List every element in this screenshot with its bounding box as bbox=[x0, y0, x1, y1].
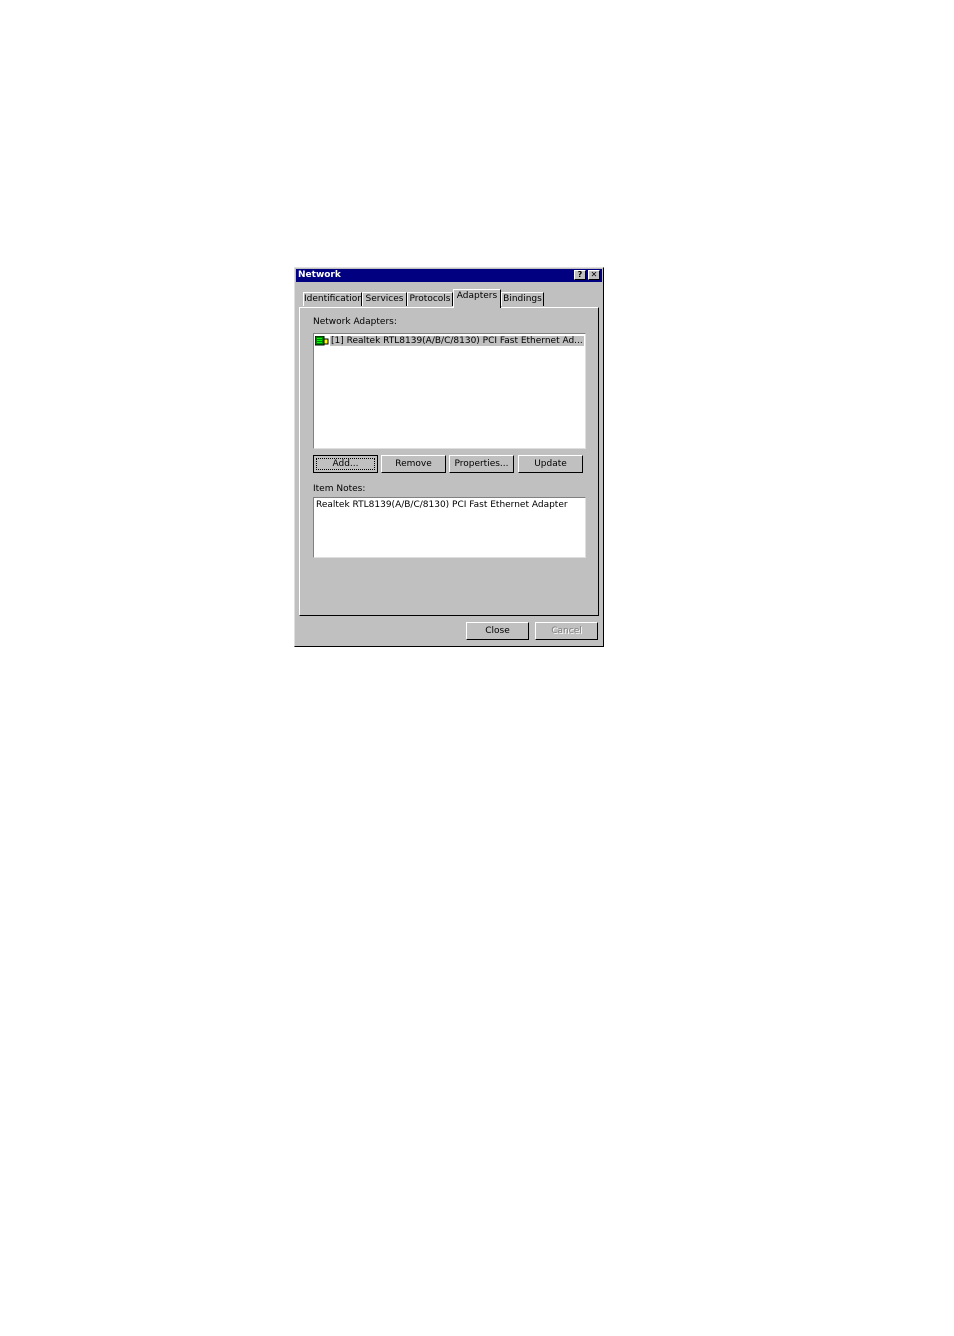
network-adapter-icon bbox=[314, 335, 329, 352]
tab-adapters[interactable]: Adapters bbox=[453, 289, 501, 308]
cancel-button[interactable]: Cancel bbox=[535, 622, 598, 640]
close-window-button[interactable]: ✕ bbox=[588, 270, 600, 280]
tab-services[interactable]: Services bbox=[362, 292, 407, 306]
remove-button[interactable]: Remove bbox=[381, 455, 446, 473]
help-button[interactable]: ? bbox=[574, 270, 586, 280]
help-icon: ? bbox=[577, 270, 583, 279]
network-dialog: Network ? ✕ Identification Services Prot… bbox=[294, 267, 604, 647]
close-button[interactable]: Close bbox=[466, 622, 529, 640]
add-button[interactable]: Add... bbox=[313, 455, 378, 473]
window-title: Network bbox=[298, 270, 341, 280]
update-button[interactable]: Update bbox=[518, 455, 583, 473]
tab-identification[interactable]: Identification bbox=[303, 292, 363, 306]
adapter-item-label: [1] Realtek RTL8139(A/B/C/8130) PCI Fast… bbox=[330, 336, 584, 346]
item-notes-text: Realtek RTL8139(A/B/C/8130) PCI Fast Eth… bbox=[316, 500, 568, 510]
list-item[interactable]: [1] Realtek RTL8139(A/B/C/8130) PCI Fast… bbox=[314, 335, 584, 348]
tab-protocols[interactable]: Protocols bbox=[407, 292, 453, 306]
focus-rect bbox=[316, 458, 375, 470]
network-adapters-label: Network Adapters: bbox=[313, 317, 397, 327]
network-adapters-list[interactable]: [1] Realtek RTL8139(A/B/C/8130) PCI Fast… bbox=[313, 333, 586, 449]
item-notes-label: Item Notes: bbox=[313, 484, 366, 494]
close-icon: ✕ bbox=[590, 270, 598, 279]
properties-button[interactable]: Properties... bbox=[449, 455, 514, 473]
adapters-panel: Network Adapters: [1] Realtek RTL8139(A/… bbox=[299, 307, 599, 616]
title-bar[interactable]: Network ? ✕ bbox=[296, 269, 602, 282]
item-notes-box: Realtek RTL8139(A/B/C/8130) PCI Fast Eth… bbox=[313, 497, 586, 558]
tab-bindings[interactable]: Bindings bbox=[501, 292, 544, 306]
